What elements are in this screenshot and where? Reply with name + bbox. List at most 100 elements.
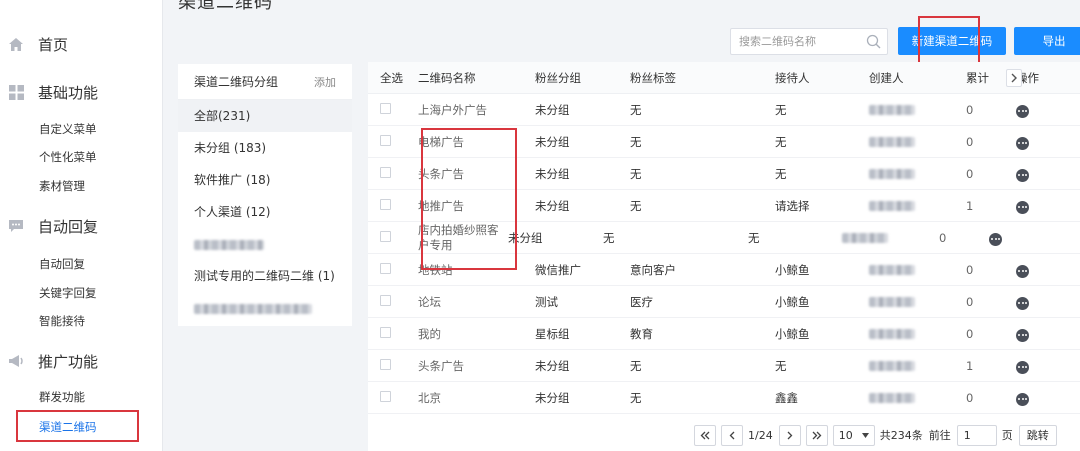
nav-promotion[interactable]: 推广功能 xyxy=(0,349,163,373)
search-icon[interactable] xyxy=(866,34,881,52)
nav-personal-menu[interactable]: 个性化菜单 xyxy=(39,148,97,166)
jump-button[interactable]: 跳转 xyxy=(1018,424,1057,446)
caret-down-icon xyxy=(861,432,869,438)
export-button[interactable]: 导出 xyxy=(1014,27,1080,55)
row-checkbox[interactable] xyxy=(368,358,418,373)
more-icon[interactable] xyxy=(1016,296,1029,310)
row-qrcode-name[interactable]: 上海户外广告 xyxy=(418,102,535,118)
row-fan-tag: 医疗 xyxy=(630,294,653,309)
row-operation[interactable] xyxy=(1016,389,1056,406)
nav-auto-reply[interactable]: 自动回复 xyxy=(0,214,163,238)
checkbox[interactable] xyxy=(380,294,391,306)
nav-home-label: 首页 xyxy=(38,35,69,54)
more-icon[interactable] xyxy=(1016,392,1029,406)
group-item-software[interactable]: 软件推广 (18) xyxy=(178,164,352,196)
row-total: 0 xyxy=(939,230,947,245)
row-operation[interactable] xyxy=(1016,197,1056,214)
row-checkbox[interactable] xyxy=(368,262,418,277)
group-item-blurred[interactable] xyxy=(178,228,352,260)
nav-home[interactable]: 首页 xyxy=(0,32,163,56)
nav-auto-reply-label: 自动回复 xyxy=(38,217,99,236)
group-item-ungrouped[interactable]: 未分组 (183) xyxy=(178,132,352,164)
row-checkbox[interactable] xyxy=(368,294,418,309)
more-icon[interactable] xyxy=(1016,136,1029,150)
nav-custom-menu[interactable]: 自定义菜单 xyxy=(39,120,97,138)
group-item-all[interactable]: 全部(231) xyxy=(178,100,352,132)
total-count: 共234条 xyxy=(879,429,923,442)
row-checkbox[interactable] xyxy=(368,230,418,245)
group-item-test[interactable]: 测试专用的二维码二维 (1) xyxy=(178,260,352,292)
row-qrcode-name[interactable]: 我的 xyxy=(418,326,535,342)
group-panel-title: 渠道二维码分组 xyxy=(194,75,279,89)
scroll-right-button[interactable] xyxy=(1006,69,1022,87)
prev-page-button[interactable] xyxy=(721,424,743,446)
nav-smart-reception[interactable]: 智能接待 xyxy=(39,312,85,330)
checkbox[interactable] xyxy=(380,262,391,274)
grid-icon xyxy=(7,83,25,101)
row-operation[interactable] xyxy=(1016,261,1056,278)
row-fan-group: 未分组 xyxy=(508,230,543,245)
page-size-select[interactable]: 10 xyxy=(832,424,875,446)
search-input[interactable] xyxy=(731,29,861,54)
row-checkbox[interactable] xyxy=(368,390,418,405)
row-operation[interactable] xyxy=(1016,357,1056,374)
search-box[interactable] xyxy=(730,28,888,55)
more-icon[interactable] xyxy=(989,232,1002,246)
nav-mass-send[interactable]: 群发功能 xyxy=(39,388,85,406)
checkbox[interactable] xyxy=(380,326,391,338)
group-item-blurred-2[interactable] xyxy=(178,292,352,324)
more-icon[interactable] xyxy=(1016,360,1029,374)
row-total: 0 xyxy=(966,326,974,341)
row-total: 0 xyxy=(966,262,974,277)
row-receiver: 无 xyxy=(775,134,787,149)
row-checkbox[interactable] xyxy=(368,326,418,341)
row-checkbox[interactable] xyxy=(368,134,418,149)
checkbox[interactable] xyxy=(380,390,391,402)
row-checkbox[interactable] xyxy=(368,198,418,213)
nav-auto-reply-sub[interactable]: 自动回复 xyxy=(39,255,85,273)
page-unit: 页 xyxy=(1001,429,1013,442)
next-page-button[interactable] xyxy=(778,424,801,446)
last-page-button[interactable] xyxy=(805,424,828,446)
row-operation[interactable] xyxy=(1016,325,1056,342)
row-operation[interactable] xyxy=(1016,293,1056,310)
row-checkbox[interactable] xyxy=(368,102,418,117)
blurred-text xyxy=(194,239,264,250)
row-creator xyxy=(869,295,966,309)
more-icon[interactable] xyxy=(1016,200,1029,214)
row-operation[interactable] xyxy=(1016,165,1056,182)
checkbox[interactable] xyxy=(380,166,391,178)
row-qrcode-name[interactable]: 北京 xyxy=(418,390,535,406)
more-icon[interactable] xyxy=(1016,104,1029,118)
checkbox[interactable] xyxy=(380,198,391,210)
checkbox[interactable] xyxy=(380,358,391,370)
checkbox[interactable] xyxy=(380,102,391,114)
first-page-button[interactable] xyxy=(694,424,716,446)
table-row: 上海户外广告 未分组 无 无 0 xyxy=(368,94,1080,126)
checkbox[interactable] xyxy=(380,134,391,146)
more-icon[interactable] xyxy=(1016,328,1029,342)
col-fan-group: 粉丝分组 xyxy=(535,70,581,85)
nav-basic[interactable]: 基础功能 xyxy=(0,80,163,104)
row-operation[interactable] xyxy=(1016,133,1056,150)
row-creator xyxy=(869,199,966,213)
row-operation[interactable] xyxy=(989,229,1029,246)
checkbox[interactable] xyxy=(380,230,391,242)
nav-keyword-reply[interactable]: 关键字回复 xyxy=(39,284,97,302)
more-icon[interactable] xyxy=(1016,264,1029,278)
nav-material[interactable]: 素材管理 xyxy=(39,177,85,195)
row-operation[interactable] xyxy=(1016,101,1056,118)
row-creator xyxy=(869,135,966,149)
row-fan-tag: 无 xyxy=(630,166,642,181)
row-fan-tag: 无 xyxy=(630,134,642,149)
blurred-text xyxy=(194,303,312,314)
row-qrcode-name[interactable]: 头条广告 xyxy=(418,358,535,374)
row-qrcode-name[interactable]: 论坛 xyxy=(418,294,535,310)
row-checkbox[interactable] xyxy=(368,166,418,181)
add-group-link[interactable]: 添加 xyxy=(314,74,336,90)
group-item-personal[interactable]: 个人渠道 (12) xyxy=(178,196,352,228)
select-all[interactable]: 全选 xyxy=(368,70,418,86)
row-fan-group: 星标组 xyxy=(535,326,570,341)
goto-page-input[interactable]: 1 xyxy=(956,424,997,446)
more-icon[interactable] xyxy=(1016,168,1029,182)
